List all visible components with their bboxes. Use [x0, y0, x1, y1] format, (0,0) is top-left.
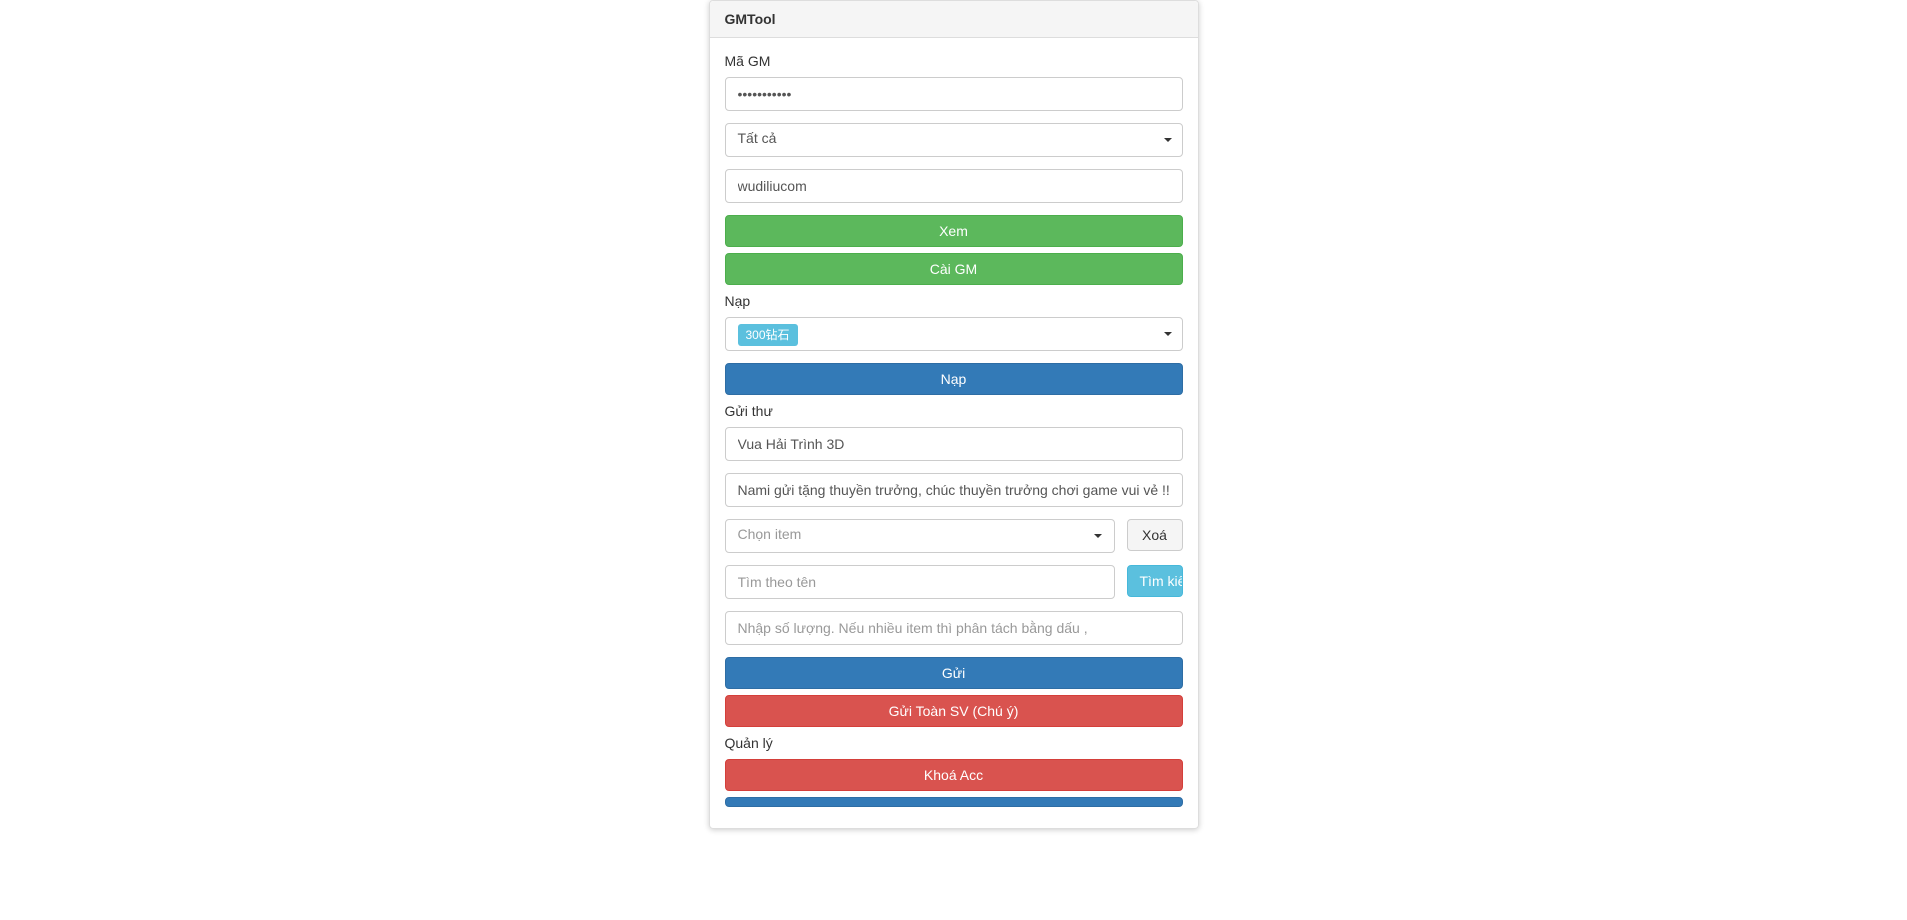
gui-toan-sv-button[interactable]: Gửi Toàn SV (Chú ý): [725, 695, 1183, 727]
cai-gm-button[interactable]: Cài GM: [725, 253, 1183, 285]
search-button[interactable]: Tìm kiếm: [1127, 565, 1183, 597]
mail-label: Gửi thư: [725, 403, 1183, 419]
gm-code-label: Mã GM: [725, 53, 1183, 69]
khoa-acc-button[interactable]: Khoá Acc: [725, 759, 1183, 791]
panel-title: GMTool: [710, 1, 1198, 38]
chevron-down-icon: [1164, 138, 1172, 142]
gmtool-panel: GMTool Mã GM Tất cả Xem Cài GM Nạp 300钻石…: [709, 0, 1199, 829]
mail-content-input[interactable]: [725, 473, 1183, 507]
next-button-partial[interactable]: [725, 797, 1183, 807]
item-select-placeholder: Chọn item: [738, 526, 802, 542]
nap-label: Nạp: [725, 293, 1183, 309]
mail-title-input[interactable]: [725, 427, 1183, 461]
server-select-value: Tất cả: [738, 130, 777, 146]
xoa-button[interactable]: Xoá: [1127, 519, 1183, 551]
server-select[interactable]: Tất cả: [725, 123, 1183, 157]
gm-code-input[interactable]: [725, 77, 1183, 111]
panel-body: Mã GM Tất cả Xem Cài GM Nạp 300钻石 Nạp Gử…: [710, 38, 1198, 828]
chevron-down-icon: [1164, 332, 1172, 336]
quantity-input[interactable]: [725, 611, 1183, 645]
chevron-down-icon: [1094, 534, 1102, 538]
quanly-label: Quản lý: [725, 735, 1183, 751]
item-select[interactable]: Chọn item: [725, 519, 1115, 553]
nap-select-token: 300钻石: [738, 324, 798, 346]
account-input[interactable]: [725, 169, 1183, 203]
nap-button[interactable]: Nạp: [725, 363, 1183, 395]
nap-select[interactable]: 300钻石: [725, 317, 1183, 351]
search-input[interactable]: [725, 565, 1115, 599]
xem-button[interactable]: Xem: [725, 215, 1183, 247]
gui-button[interactable]: Gửi: [725, 657, 1183, 689]
